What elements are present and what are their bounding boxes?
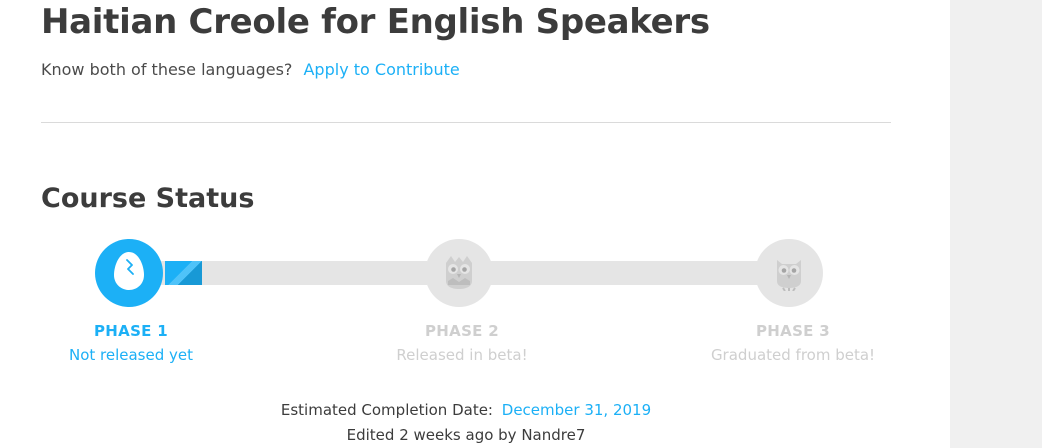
completion-label: Estimated Completion Date: bbox=[280, 401, 493, 419]
edited-info: Edited 2 weeks ago by Nandre7 bbox=[346, 426, 586, 444]
phase-3-subtitle: Graduated from beta! bbox=[710, 346, 876, 364]
phase-1-label: PHASE 1 bbox=[94, 322, 168, 340]
right-sidebar-panel bbox=[950, 0, 1042, 448]
egg-icon bbox=[111, 250, 147, 296]
estimated-completion: Estimated Completion Date: December 31, … bbox=[0, 401, 932, 419]
course-status-heading: Course Status bbox=[41, 183, 255, 214]
owl-icon bbox=[769, 251, 809, 295]
phase-2-label: PHASE 2 bbox=[425, 322, 499, 340]
phase-2-subtitle: Released in beta! bbox=[396, 346, 528, 364]
apply-to-contribute-link[interactable]: Apply to Contribute bbox=[303, 60, 459, 79]
progress-track-phase-2-3 bbox=[490, 261, 758, 285]
contribute-line: Know both of these languages? Apply to C… bbox=[41, 60, 460, 79]
phase-1-subtitle: Not released yet bbox=[68, 346, 194, 364]
phase-2-circle bbox=[425, 239, 493, 307]
progress-fill bbox=[165, 261, 202, 285]
phase-1-circle bbox=[95, 239, 163, 307]
page-title: Haitian Creole for English Speakers bbox=[41, 2, 710, 42]
contribute-prompt: Know both of these languages? bbox=[41, 60, 293, 79]
baby-owl-icon bbox=[439, 251, 479, 295]
completion-date: December 31, 2019 bbox=[501, 401, 652, 419]
section-divider bbox=[41, 122, 891, 123]
phase-3-label: PHASE 3 bbox=[756, 322, 830, 340]
phase-3-circle bbox=[755, 239, 823, 307]
